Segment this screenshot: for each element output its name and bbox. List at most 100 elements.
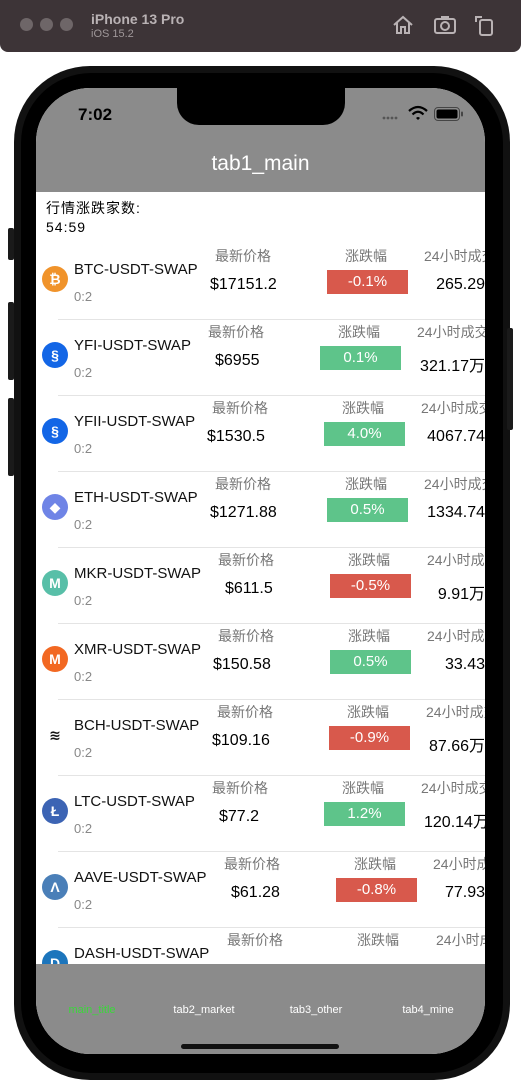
change-badge: 0.1%: [320, 346, 401, 370]
coin-logo-icon: ₿: [42, 266, 68, 292]
device-name: iPhone 13 Pro: [91, 11, 185, 27]
coin-logo-icon: M: [42, 646, 68, 672]
ticker-symbol: AAVE-USDT-SWAP: [74, 869, 207, 886]
power-button: [507, 328, 513, 430]
price-label: 最新价格: [215, 476, 271, 492]
ticker-symbol: LTC-USDT-SWAP: [74, 793, 195, 810]
ticker-symbol: DASH-USDT-SWAP: [74, 945, 210, 962]
ticker-symbol: BCH-USDT-SWAP: [74, 717, 200, 734]
ticker-row[interactable]: ₿ BTC-USDT-SWAP 0:2 最新价格 $17151.2 涨跌幅 -0.1% 24小…: [36, 244, 485, 320]
volume-24h: 265.29: [436, 276, 485, 293]
coin-logo-icon: D: [42, 950, 68, 964]
volume-label: 24小时成交: [436, 932, 485, 948]
volume-24h: 33.43: [444, 656, 485, 673]
ticker-row[interactable]: ≋ BCH-USDT-SWAP 0:2 最新价格 $109.16 涨跌幅 -0.9% 24小时…: [36, 700, 485, 776]
volume-24h: 120.14万: [424, 814, 485, 831]
wifi-icon: [408, 105, 428, 120]
coin-glyph: D: [49, 955, 61, 964]
ticker-symbol: YFI-USDT-SWAP: [74, 337, 191, 354]
volume-label: 24小时成交: [427, 552, 485, 568]
ticker-symbol: YFII-USDT-SWAP: [74, 413, 196, 430]
simulator-toolbar: iPhone 13 Pro iOS 15.2: [0, 0, 521, 52]
coin-logo-icon: §: [42, 418, 68, 444]
price-label: 最新价格: [212, 400, 268, 416]
volume-label: 24小时成交: [417, 324, 485, 340]
change-label: 涨跌幅: [357, 932, 399, 948]
volume-24h: 9.91万: [437, 586, 485, 603]
last-price: $1271.88: [210, 504, 277, 521]
ticker-ratio: 0:2: [74, 669, 93, 684]
coin-logo-icon: ◆: [42, 494, 68, 520]
volume-24h: 87.66万: [429, 738, 485, 755]
price-label: 最新价格: [208, 324, 264, 340]
coin-logo-icon: Ł: [42, 798, 68, 824]
price-label: 最新价格: [217, 704, 273, 720]
volume-label: 24小时成交: [426, 704, 485, 720]
volume-label: 24小时成交: [433, 856, 485, 872]
coin-glyph: ◆: [49, 499, 61, 515]
ticker-row[interactable]: Λ AAVE-USDT-SWAP 0:2 最新价格 $61.28 涨跌幅 -0.8% 24小时…: [36, 852, 485, 928]
home-icon[interactable]: [390, 12, 416, 38]
ticker-row[interactable]: D DASH-USDT-SWAP 最新价格 涨跌幅 24小时成交: [36, 928, 485, 964]
tab-mine[interactable]: tab4_mine: [378, 1004, 478, 1016]
change-badge: -0.8%: [336, 878, 417, 902]
change-label: 涨跌幅: [345, 476, 387, 492]
tab-market[interactable]: tab2_market: [154, 1004, 254, 1016]
volume-24h: 1334.74: [427, 504, 485, 521]
cellular-signal-icon: [382, 116, 398, 120]
price-label: 最新价格: [212, 780, 268, 796]
coin-glyph: Ł: [50, 803, 60, 819]
coin-logo-icon: M: [42, 570, 68, 596]
price-label: 最新价格: [218, 628, 274, 644]
window-close-dot[interactable]: [20, 18, 33, 31]
window-zoom-dot[interactable]: [60, 18, 73, 31]
volume-label: 24小时成交: [421, 780, 485, 796]
home-indicator: [181, 1044, 339, 1049]
ticker-symbol: XMR-USDT-SWAP: [74, 641, 201, 658]
screenshot-icon[interactable]: [432, 12, 458, 38]
market-breadth-value: 54:59: [46, 219, 87, 235]
last-price: $61.28: [231, 884, 280, 901]
change-label: 涨跌幅: [354, 856, 396, 872]
ticker-symbol: BTC-USDT-SWAP: [74, 261, 198, 278]
os-version: iOS 15.2: [91, 28, 134, 40]
market-list[interactable]: 行情涨跌家数: 54:59 ₿ BTC-USDT-SWAP 0:2 最新价格 $1715…: [36, 192, 485, 964]
coin-glyph: M: [49, 575, 61, 591]
ticker-ratio: 0:2: [74, 365, 93, 380]
change-badge: -0.5%: [330, 574, 411, 598]
rotate-icon[interactable]: [472, 12, 498, 38]
tab-main-title[interactable]: main_title: [42, 1004, 142, 1016]
market-breadth-label: 行情涨跌家数:: [46, 200, 141, 216]
ticker-row[interactable]: M XMR-USDT-SWAP 0:2 最新价格 $150.58 涨跌幅 0.5% 24小时成…: [36, 624, 485, 700]
last-price: $611.5: [225, 580, 273, 597]
coin-logo-icon: Λ: [42, 874, 68, 900]
ticker-row[interactable]: § YFI-USDT-SWAP 0:2 最新价格 $6955 涨跌幅 0.1% 24小时成交 3…: [36, 320, 485, 396]
window-minimize-dot[interactable]: [40, 18, 53, 31]
ticker-row[interactable]: Ł LTC-USDT-SWAP 0:2 最新价格 $77.2 涨跌幅 1.2% 24小时成交 1…: [36, 776, 485, 852]
volume-up-button: [8, 302, 14, 380]
last-price: $77.2: [219, 808, 260, 825]
change-label: 涨跌幅: [345, 248, 387, 264]
ticker-row[interactable]: M MKR-USDT-SWAP 0:2 最新价格 $611.5 涨跌幅 -0.5% 24小时成…: [36, 548, 485, 624]
price-label: 最新价格: [227, 932, 283, 948]
status-time: 7:02: [78, 105, 113, 124]
coin-glyph: §: [51, 423, 59, 439]
notch: [177, 88, 345, 125]
tab-bar: main_title tab2_market tab3_other tab4_m…: [36, 964, 485, 1054]
change-label: 涨跌幅: [338, 324, 380, 340]
volume-24h: 321.17万: [420, 358, 485, 375]
ticker-row[interactable]: ◆ ETH-USDT-SWAP 0:2 最新价格 $1271.88 涨跌幅 0.5% 24小时…: [36, 472, 485, 548]
ticker-row[interactable]: § YFII-USDT-SWAP 0:2 最新价格 $1530.5 涨跌幅 4.0% 24小时…: [36, 396, 485, 472]
last-price: $1530.5: [207, 428, 265, 445]
change-badge: 4.0%: [324, 422, 405, 446]
tab-other[interactable]: tab3_other: [266, 1004, 366, 1016]
ticker-ratio: 0:2: [74, 289, 93, 304]
ticker-ratio: 0:2: [74, 517, 93, 532]
coin-logo-icon: §: [42, 342, 68, 368]
change-label: 涨跌幅: [342, 780, 384, 796]
change-badge: 0.5%: [327, 498, 408, 522]
coin-glyph: M: [49, 651, 61, 667]
ticker-symbol: ETH-USDT-SWAP: [74, 489, 198, 506]
coin-glyph: ₿: [49, 271, 61, 287]
ticker-ratio: 0:2: [74, 745, 93, 760]
